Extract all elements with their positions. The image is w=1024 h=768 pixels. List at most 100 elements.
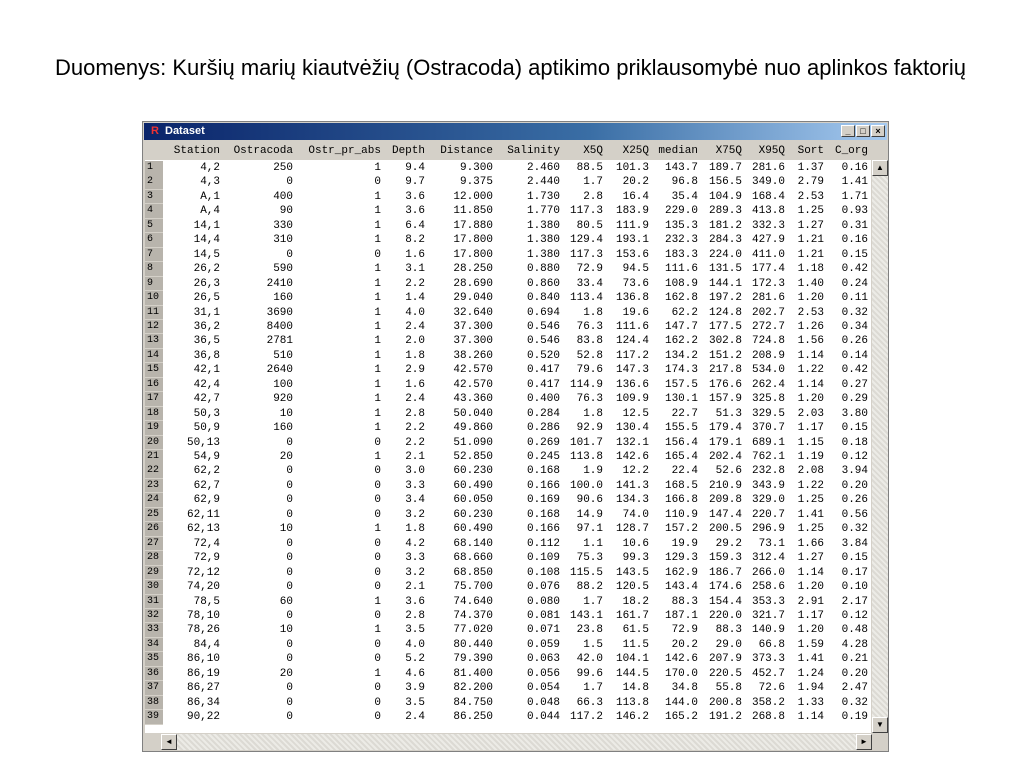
row-number[interactable]: 9 <box>145 276 163 292</box>
cell-ostracoda[interactable]: 250 <box>223 161 293 176</box>
cell-x5q[interactable]: 117.3 <box>563 248 603 263</box>
table-row[interactable]: 33 78,26 10 1 3.5 77.020 0.071 23.8 61.5 72.9 88.3… <box>145 623 871 638</box>
cell-x25q[interactable]: 153.6 <box>605 248 649 263</box>
cell-sort[interactable]: 1.41 <box>788 508 824 523</box>
cell-median[interactable]: 142.6 <box>651 652 698 667</box>
cell-x95q[interactable]: 140.9 <box>745 623 785 638</box>
cell-x25q[interactable]: 111.9 <box>605 219 649 234</box>
cell-x5q[interactable]: 99.6 <box>563 667 603 682</box>
cell-salinity[interactable]: 0.546 <box>495 320 560 335</box>
cell-salinity[interactable]: 2.460 <box>495 161 560 176</box>
row-number[interactable]: 24 <box>145 493 163 508</box>
row-number[interactable]: 14 <box>145 348 163 364</box>
cell-sort[interactable]: 1.56 <box>788 334 824 349</box>
cell-x25q[interactable]: 130.4 <box>605 421 649 436</box>
cell-c_org[interactable]: 1.71 <box>828 190 868 205</box>
cell-station[interactable]: 86,19 <box>165 667 220 682</box>
column-header-depth[interactable]: Depth <box>385 142 425 160</box>
cell-x5q[interactable]: 115.5 <box>563 566 603 581</box>
cell-x75q[interactable]: 224.0 <box>700 248 742 263</box>
row-number[interactable]: 29 <box>145 565 163 581</box>
cell-station[interactable]: 14,5 <box>165 248 220 263</box>
cell-distance[interactable]: 28.690 <box>428 277 493 292</box>
cell-salinity[interactable]: 0.076 <box>495 580 560 595</box>
cell-distance[interactable]: 17.880 <box>428 219 493 234</box>
cell-salinity[interactable]: 0.694 <box>495 306 560 321</box>
cell-ostr_pr_abs[interactable]: 0 <box>297 638 381 653</box>
cell-depth[interactable]: 2.2 <box>385 421 425 436</box>
cell-x25q[interactable]: 74.0 <box>605 508 649 523</box>
column-header-c_org[interactable]: C_org <box>828 142 868 160</box>
table-row[interactable]: 38 86,34 0 0 3.5 84.750 0.048 66.3 113.8 144.0 200… <box>145 695 871 711</box>
cell-x95q[interactable]: 72.6 <box>745 681 785 696</box>
cell-median[interactable]: 229.0 <box>651 204 698 219</box>
cell-x95q[interactable]: 332.3 <box>745 219 785 234</box>
row-number[interactable]: 17 <box>145 392 163 407</box>
cell-median[interactable]: 22.7 <box>651 407 698 422</box>
cell-c_org[interactable]: 0.16 <box>828 161 868 176</box>
cell-median[interactable]: 22.4 <box>651 464 698 479</box>
cell-x5q[interactable]: 117.2 <box>563 710 603 725</box>
cell-depth[interactable]: 9.7 <box>385 175 425 190</box>
cell-x75q[interactable]: 207.9 <box>700 652 742 667</box>
cell-ostr_pr_abs[interactable]: 1 <box>297 161 381 176</box>
row-number[interactable]: 10 <box>145 291 163 306</box>
cell-x25q[interactable]: 101.3 <box>605 161 649 176</box>
cell-x25q[interactable]: 19.6 <box>605 306 649 321</box>
cell-median[interactable]: 129.3 <box>651 551 698 566</box>
cell-distance[interactable]: 9.300 <box>428 161 493 176</box>
cell-x75q[interactable]: 209.8 <box>700 493 742 508</box>
cell-x75q[interactable]: 159.3 <box>700 551 742 566</box>
cell-station[interactable]: 4,2 <box>165 161 220 176</box>
cell-ostracoda[interactable]: 160 <box>223 291 293 306</box>
cell-station[interactable]: 62,11 <box>165 508 220 523</box>
cell-x75q[interactable]: 200.5 <box>700 522 742 537</box>
cell-ostracoda[interactable]: 0 <box>223 681 293 696</box>
cell-distance[interactable]: 37.300 <box>428 320 493 335</box>
row-number[interactable]: 30 <box>145 580 163 595</box>
cell-ostr_pr_abs[interactable]: 0 <box>297 464 381 479</box>
cell-sort[interactable]: 1.59 <box>788 638 824 653</box>
cell-ostracoda[interactable]: 0 <box>223 464 293 479</box>
cell-c_org[interactable]: 0.17 <box>828 566 868 581</box>
column-header-x75q[interactable]: X75Q <box>700 142 742 160</box>
cell-sort[interactable]: 1.21 <box>788 248 824 263</box>
cell-station[interactable]: 36,2 <box>165 320 220 335</box>
row-number[interactable]: 25 <box>145 507 163 523</box>
cell-station[interactable]: A,1 <box>165 190 220 205</box>
cell-x95q[interactable]: 724.8 <box>745 334 785 349</box>
cell-sort[interactable]: 1.66 <box>788 537 824 552</box>
cell-station[interactable]: 50,13 <box>165 436 220 451</box>
cell-depth[interactable]: 4.6 <box>385 667 425 682</box>
window-titlebar[interactable]: R Dataset _ □ × <box>144 123 887 140</box>
row-number[interactable]: 1 <box>145 161 163 176</box>
table-row[interactable]: 28 72,9 0 0 3.3 68.660 0.109 75.3 99.3 129.3 159.3… <box>145 551 871 566</box>
cell-depth[interactable]: 4.2 <box>385 537 425 552</box>
cell-x95q[interactable]: 262.4 <box>745 378 785 393</box>
cell-salinity[interactable]: 0.245 <box>495 450 560 465</box>
row-number[interactable]: 8 <box>145 262 163 277</box>
cell-ostracoda[interactable]: 310 <box>223 233 293 248</box>
cell-x95q[interactable]: 427.9 <box>745 233 785 248</box>
cell-median[interactable]: 35.4 <box>651 190 698 205</box>
cell-station[interactable]: 78,10 <box>165 609 220 624</box>
cell-depth[interactable]: 2.4 <box>385 320 425 335</box>
cell-ostr_pr_abs[interactable]: 1 <box>297 623 381 638</box>
cell-x95q[interactable]: 452.7 <box>745 667 785 682</box>
cell-c_org[interactable]: 0.27 <box>828 378 868 393</box>
cell-c_org[interactable]: 0.34 <box>828 320 868 335</box>
cell-ostracoda[interactable]: 8400 <box>223 320 293 335</box>
cell-c_org[interactable]: 0.32 <box>828 696 868 711</box>
cell-distance[interactable]: 32.640 <box>428 306 493 321</box>
cell-median[interactable]: 62.2 <box>651 306 698 321</box>
cell-depth[interactable]: 4.0 <box>385 638 425 653</box>
close-button[interactable]: × <box>871 125 885 137</box>
cell-x25q[interactable]: 111.6 <box>605 320 649 335</box>
row-number[interactable]: 15 <box>145 363 163 378</box>
cell-x75q[interactable]: 29.2 <box>700 537 742 552</box>
cell-c_org[interactable]: 0.14 <box>828 349 868 364</box>
cell-x75q[interactable]: 200.8 <box>700 696 742 711</box>
cell-c_org[interactable]: 0.32 <box>828 306 868 321</box>
cell-x25q[interactable]: 147.3 <box>605 363 649 378</box>
cell-distance[interactable]: 68.850 <box>428 566 493 581</box>
